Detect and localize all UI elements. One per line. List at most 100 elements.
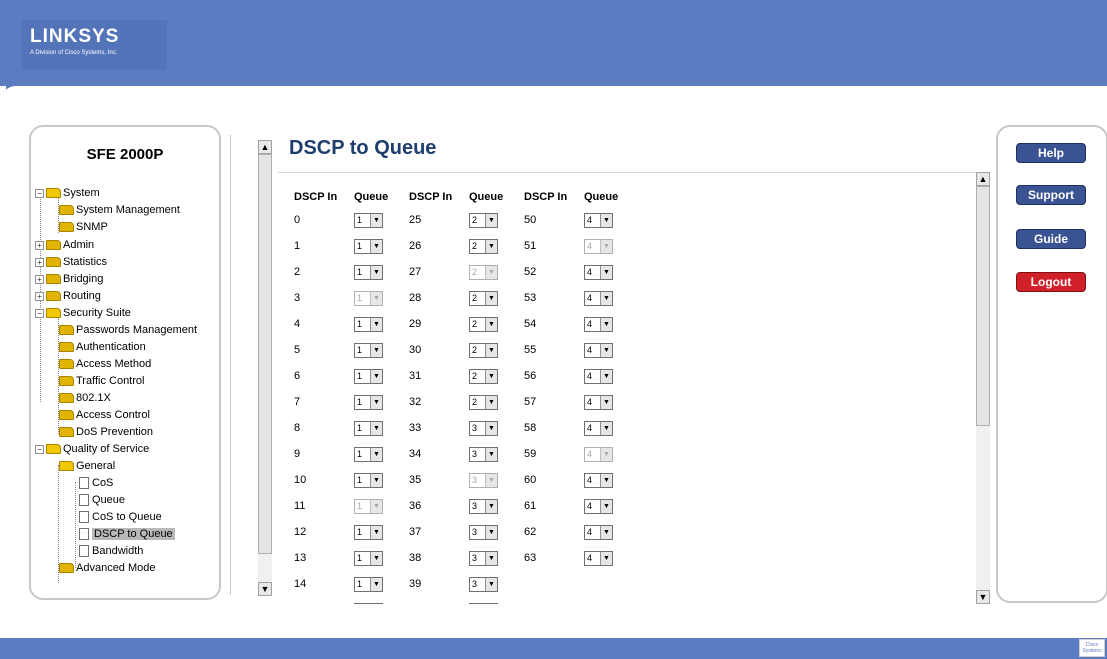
tree-item-statistics[interactable]: + Statistics — [35, 254, 107, 271]
queue-select[interactable]: 4 ▼ — [584, 342, 613, 358]
queue-select[interactable]: 4 ▼ — [584, 472, 613, 488]
dropdown-arrow-icon[interactable]: ▼ — [600, 421, 612, 435]
tree-item-security-suite[interactable]: − Security Suite — [35, 305, 131, 322]
expand-icon[interactable]: + — [35, 291, 44, 301]
dropdown-arrow-icon[interactable]: ▼ — [370, 265, 382, 279]
tree-item-cos-to-queue[interactable]: CoS to Queue — [79, 509, 162, 526]
dropdown-arrow-icon[interactable]: ▼ — [600, 525, 612, 539]
queue-select[interactable]: 1▼ — [354, 576, 383, 592]
queue-select[interactable]: 1▼ — [354, 368, 383, 384]
scroll-down-icon[interactable]: ▼ — [258, 582, 272, 596]
queue-select[interactable]: 2 ▼ — [469, 238, 498, 254]
tree-item-bridging[interactable]: + Bridging — [35, 271, 103, 288]
dropdown-arrow-icon[interactable]: ▼ — [370, 603, 382, 604]
queue-select[interactable]: 4 ▼ — [584, 290, 613, 306]
dropdown-arrow-icon[interactable]: ▼ — [485, 369, 497, 383]
queue-select[interactable]: 1▼ — [354, 238, 383, 254]
tree-item-passwords-management[interactable]: Passwords Management — [59, 322, 197, 339]
expand-icon[interactable]: + — [35, 274, 44, 284]
queue-select[interactable]: 4 ▼ — [584, 550, 613, 566]
queue-select[interactable]: 1▼ — [354, 446, 383, 462]
dropdown-arrow-icon[interactable]: ▼ — [600, 317, 612, 331]
expand-icon[interactable]: + — [35, 240, 44, 250]
queue-select[interactable]: 3▼ — [469, 420, 498, 436]
queue-select[interactable]: 2 ▼ — [469, 368, 498, 384]
collapse-icon[interactable]: − — [35, 444, 44, 454]
queue-select[interactable]: 1▼ — [354, 602, 383, 604]
dropdown-arrow-icon[interactable]: ▼ — [485, 551, 497, 565]
queue-select[interactable]: 3▼ — [469, 550, 498, 566]
scroll-up-icon[interactable]: ▲ — [258, 140, 272, 154]
tree-item-admin[interactable]: + Admin — [35, 237, 94, 254]
dropdown-arrow-icon[interactable]: ▼ — [600, 265, 612, 279]
queue-select[interactable]: 3▼ — [469, 602, 498, 604]
scrollbar-thumb[interactable] — [976, 186, 990, 426]
dropdown-arrow-icon[interactable]: ▼ — [485, 577, 497, 591]
dropdown-arrow-icon[interactable]: ▼ — [485, 421, 497, 435]
tree-item-system[interactable]: − System — [35, 185, 100, 202]
scrollbar-thumb[interactable] — [258, 154, 272, 554]
dropdown-arrow-icon[interactable]: ▼ — [485, 603, 497, 604]
queue-select[interactable]: 2 ▼ — [469, 394, 498, 410]
queue-select[interactable]: 1▼ — [354, 524, 383, 540]
scroll-up-icon[interactable]: ▲ — [976, 172, 990, 186]
queue-select[interactable]: 3▼ — [469, 498, 498, 514]
dropdown-arrow-icon[interactable]: ▼ — [600, 343, 612, 357]
queue-select[interactable]: 4 ▼ — [584, 524, 613, 540]
queue-select[interactable]: 4 ▼ — [584, 212, 613, 228]
queue-select[interactable]: 1▼ — [354, 550, 383, 566]
queue-select[interactable]: 2 ▼ — [469, 290, 498, 306]
dropdown-arrow-icon[interactable]: ▼ — [485, 317, 497, 331]
dropdown-arrow-icon[interactable]: ▼ — [370, 447, 382, 461]
queue-select[interactable]: 1▼ — [354, 316, 383, 332]
dropdown-arrow-icon[interactable]: ▼ — [370, 525, 382, 539]
queue-select[interactable]: 1▼ — [354, 212, 383, 228]
queue-select[interactable]: 4 ▼ — [584, 316, 613, 332]
tree-item-dscp-to-queue[interactable]: DSCP to Queue — [79, 526, 175, 543]
collapse-icon[interactable]: − — [35, 308, 44, 318]
queue-select[interactable]: 1▼ — [354, 264, 383, 280]
dropdown-arrow-icon[interactable]: ▼ — [485, 499, 497, 513]
tree-item-cos[interactable]: CoS — [79, 475, 113, 492]
queue-select[interactable]: 4 ▼ — [584, 264, 613, 280]
content-scrollbar[interactable]: ▲ ▼ — [976, 172, 990, 604]
dropdown-arrow-icon[interactable]: ▼ — [485, 395, 497, 409]
help-button[interactable]: Help — [1016, 143, 1086, 163]
tree-item-snmp[interactable]: SNMP — [59, 219, 108, 236]
tree-item-general[interactable]: General — [59, 458, 115, 475]
dropdown-arrow-icon[interactable]: ▼ — [600, 213, 612, 227]
queue-select[interactable]: 2 ▼ — [469, 316, 498, 332]
dropdown-arrow-icon[interactable]: ▼ — [485, 343, 497, 357]
tree-item-bandwidth[interactable]: Bandwidth — [79, 543, 143, 560]
dropdown-arrow-icon[interactable]: ▼ — [370, 577, 382, 591]
nav-scrollbar[interactable]: ▲ ▼ — [258, 140, 272, 610]
tree-item-access-control[interactable]: Access Control — [59, 407, 150, 424]
tree-item-authentication[interactable]: Authentication — [59, 339, 146, 356]
tree-item-802-1x[interactable]: 802.1X — [59, 390, 111, 407]
dropdown-arrow-icon[interactable]: ▼ — [600, 395, 612, 409]
queue-select[interactable]: 4 ▼ — [584, 498, 613, 514]
support-button[interactable]: Support — [1016, 185, 1086, 205]
dropdown-arrow-icon[interactable]: ▼ — [485, 239, 497, 253]
dropdown-arrow-icon[interactable]: ▼ — [485, 525, 497, 539]
tree-item-access-method[interactable]: Access Method — [59, 356, 151, 373]
queue-select[interactable]: 4 ▼ — [584, 394, 613, 410]
tree-item-quality-of-service[interactable]: − Quality of Service — [35, 441, 149, 458]
dropdown-arrow-icon[interactable]: ▼ — [600, 291, 612, 305]
dropdown-arrow-icon[interactable]: ▼ — [370, 213, 382, 227]
dropdown-arrow-icon[interactable]: ▼ — [370, 343, 382, 357]
dropdown-arrow-icon[interactable]: ▼ — [370, 421, 382, 435]
dropdown-arrow-icon[interactable]: ▼ — [600, 551, 612, 565]
tree-item-traffic-control[interactable]: Traffic Control — [59, 373, 144, 390]
collapse-icon[interactable]: − — [35, 188, 44, 198]
queue-select[interactable]: 1▼ — [354, 472, 383, 488]
dropdown-arrow-icon[interactable]: ▼ — [370, 369, 382, 383]
dropdown-arrow-icon[interactable]: ▼ — [370, 395, 382, 409]
expand-icon[interactable]: + — [35, 257, 44, 267]
tree-item-routing[interactable]: + Routing — [35, 288, 101, 305]
queue-select[interactable]: 3▼ — [469, 576, 498, 592]
dropdown-arrow-icon[interactable]: ▼ — [485, 447, 497, 461]
logout-button[interactable]: Logout — [1016, 272, 1086, 292]
queue-select[interactable]: 4 ▼ — [584, 420, 613, 436]
queue-select[interactable]: 4 ▼ — [584, 368, 613, 384]
